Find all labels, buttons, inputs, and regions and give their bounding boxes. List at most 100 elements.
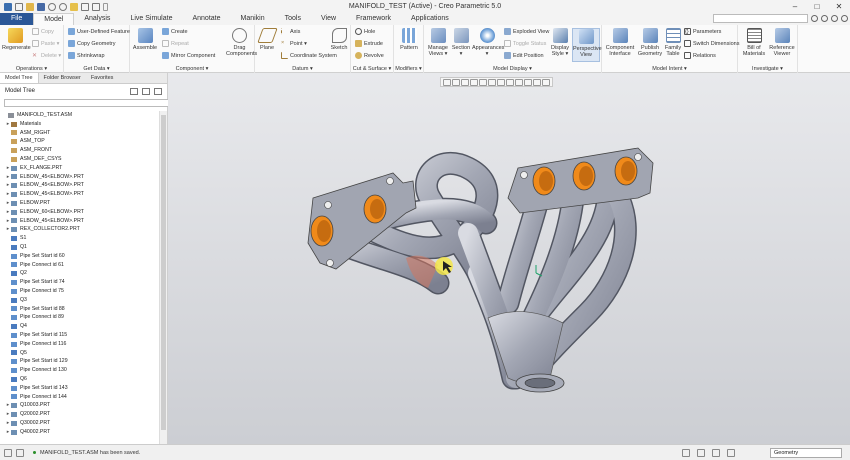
tree-item[interactable]: Pipe Set Start id 60 xyxy=(0,252,158,261)
maximize-button[interactable]: □ xyxy=(806,0,828,13)
redo-icon[interactable] xyxy=(59,2,67,11)
exploded-view-button[interactable]: Exploded View xyxy=(504,28,549,35)
tree-scrollbar[interactable] xyxy=(159,111,167,444)
new-icon[interactable] xyxy=(15,2,23,11)
model-intent-group-label[interactable]: Model Intent ▾ xyxy=(602,66,737,72)
tab-applications[interactable]: Applications xyxy=(401,13,459,25)
tree-item[interactable]: Pipe Connect id 89 xyxy=(0,313,158,322)
tree-filter-icon[interactable] xyxy=(130,87,138,95)
search-icon[interactable] xyxy=(811,15,818,22)
tree-item[interactable]: Pipe Set Start id 74 xyxy=(0,278,158,287)
publish-geometry-button[interactable]: Publish Geometry xyxy=(636,28,664,57)
tree-item[interactable]: ASM_RIGHT xyxy=(0,129,158,138)
tree-item[interactable]: Pipe Connect id 130 xyxy=(0,366,158,375)
tab-analysis[interactable]: Analysis xyxy=(74,13,120,25)
tree-item[interactable]: S1 xyxy=(0,234,158,243)
tree-item[interactable]: ▸ ELBOW_45<ELBOW>.PRT xyxy=(0,173,158,182)
ribbon-minimize-icon[interactable] xyxy=(821,15,828,22)
tree-item[interactable]: Pipe Set Start id 88 xyxy=(0,305,158,314)
operations-group-label[interactable]: Operations ▾ xyxy=(0,66,63,72)
tree-item[interactable]: Pipe Connect id 116 xyxy=(0,340,158,349)
investigate-group-label[interactable]: Investigate ▾ xyxy=(738,66,797,72)
tree-item[interactable]: Q3 xyxy=(0,296,158,305)
model-display-group-label[interactable]: Model Display ▾ xyxy=(424,66,601,72)
tree-item[interactable]: ▸ ELBOW_45<ELBOW>.PRT xyxy=(0,190,158,199)
tab-tools[interactable]: Tools xyxy=(275,13,311,25)
status-icon-2[interactable] xyxy=(16,449,24,457)
assemble-button[interactable]: Assemble xyxy=(132,28,158,51)
tab-view[interactable]: View xyxy=(311,13,346,25)
get-data-group-label[interactable]: Get Data ▾ xyxy=(64,66,129,72)
manifold-model[interactable] xyxy=(168,73,850,444)
help-icon[interactable] xyxy=(831,15,838,22)
manage-views-button[interactable]: Manage Views ▾ xyxy=(426,28,450,57)
settings-icon[interactable] xyxy=(841,15,848,22)
save-icon[interactable] xyxy=(37,2,45,11)
tab-manikin[interactable]: Manikin xyxy=(231,13,275,25)
repeat-button[interactable]: Repeat xyxy=(162,40,189,47)
tab-model-tree[interactable]: Model Tree xyxy=(0,73,39,83)
reference-viewer-button[interactable]: Reference Viewer xyxy=(768,28,796,57)
tree-item[interactable]: Pipe Connect id 144 xyxy=(0,393,158,402)
selection-filter-dropdown[interactable]: Geometry xyxy=(770,448,842,458)
tree-item[interactable]: ▸ Q40002.PRT xyxy=(0,428,158,437)
relations-button[interactable]: Relations xyxy=(684,52,716,59)
perspective-view-button[interactable]: Perspective View xyxy=(572,28,602,62)
revolve-button[interactable]: Revolve xyxy=(355,52,384,59)
sketch-button[interactable]: Sketch xyxy=(329,28,349,51)
datum-group-label[interactable]: Datum ▾ xyxy=(255,66,350,72)
extrude-button[interactable]: Extrude xyxy=(355,40,383,47)
tree-item[interactable]: Q1 xyxy=(0,243,158,252)
axis-button[interactable]: Axis xyxy=(281,28,300,35)
tab-framework[interactable]: Framework xyxy=(346,13,401,25)
tree-item[interactable]: Q5 xyxy=(0,349,158,358)
command-search-input[interactable] xyxy=(713,14,808,23)
tree-item[interactable]: ▸ Q20002.PRT xyxy=(0,410,158,419)
csys-button[interactable]: Coordinate System xyxy=(281,52,337,59)
tree-item[interactable]: Pipe Set Start id 115 xyxy=(0,331,158,340)
tree-item[interactable]: Pipe Connect id 61 xyxy=(0,261,158,270)
tree-columns-icon[interactable] xyxy=(142,87,150,95)
undo-icon[interactable] xyxy=(48,2,56,11)
pattern-button[interactable]: Pattern xyxy=(396,28,422,51)
open-icon[interactable] xyxy=(26,2,34,11)
tab-folder-browser[interactable]: Folder Browser xyxy=(39,73,86,83)
tree-item[interactable]: ASM_FRONT xyxy=(0,146,158,155)
edit-position-button[interactable]: Edit Position xyxy=(504,52,544,59)
udf-button[interactable]: User-Defined Feature xyxy=(68,28,130,35)
modifiers-group-label[interactable]: Modifiers ▾ xyxy=(394,66,423,72)
bill-of-materials-button[interactable]: Bill of Materials xyxy=(740,28,768,57)
close-window-icon[interactable] xyxy=(92,2,100,11)
windows-icon[interactable] xyxy=(81,2,89,11)
copy-button[interactable]: Copy xyxy=(32,28,54,35)
tab-favorites[interactable]: Favorites xyxy=(86,73,119,83)
tree-item[interactable]: ▸ Q10003.PRT xyxy=(0,401,158,410)
tree-item[interactable]: Q6 xyxy=(0,375,158,384)
tree-item[interactable]: Pipe Set Start id 143 xyxy=(0,384,158,393)
graphics-viewport[interactable] xyxy=(168,73,850,444)
tree-item[interactable]: ▸ Q30002.PRT xyxy=(0,419,158,428)
status-icon-5[interactable] xyxy=(712,449,720,457)
minimize-button[interactable]: – xyxy=(784,0,806,13)
status-icon-1[interactable] xyxy=(4,449,12,457)
tree-item[interactable]: Pipe Connect id 75 xyxy=(0,287,158,296)
close-button[interactable]: ✕ xyxy=(828,0,850,13)
tab-annotate[interactable]: Annotate xyxy=(182,13,230,25)
appearances-button[interactable]: Appearances ▾ xyxy=(472,28,504,57)
tree-item[interactable]: Q2 xyxy=(0,269,158,278)
tree-item[interactable]: ▸ ELBOW.PRT xyxy=(0,199,158,208)
regenerate-button[interactable]: Regenerate xyxy=(2,28,31,51)
delete-button[interactable]: ✕ Delete ▾ xyxy=(32,52,61,60)
tab-model[interactable]: Model xyxy=(33,13,75,25)
switch-dimensions-button[interactable]: Switch Dimensions xyxy=(684,40,739,47)
copy-geometry-button[interactable]: Copy Geometry xyxy=(68,40,116,47)
plane-button[interactable]: Plane xyxy=(256,28,278,51)
status-icon-4[interactable] xyxy=(697,449,705,457)
parameters-button[interactable]: {} Parameters xyxy=(684,28,721,35)
toggle-status-button[interactable]: Toggle Status xyxy=(504,40,546,47)
tree-item[interactable]: ASM_DEF_CSYS xyxy=(0,155,158,164)
tree-item[interactable]: ▸ REX_COLLECTOR2.PRT xyxy=(0,225,158,234)
status-icon-3[interactable] xyxy=(682,449,690,457)
tree-item[interactable]: Pipe Set Start id 129 xyxy=(0,357,158,366)
family-table-button[interactable]: Family Table xyxy=(664,28,682,57)
